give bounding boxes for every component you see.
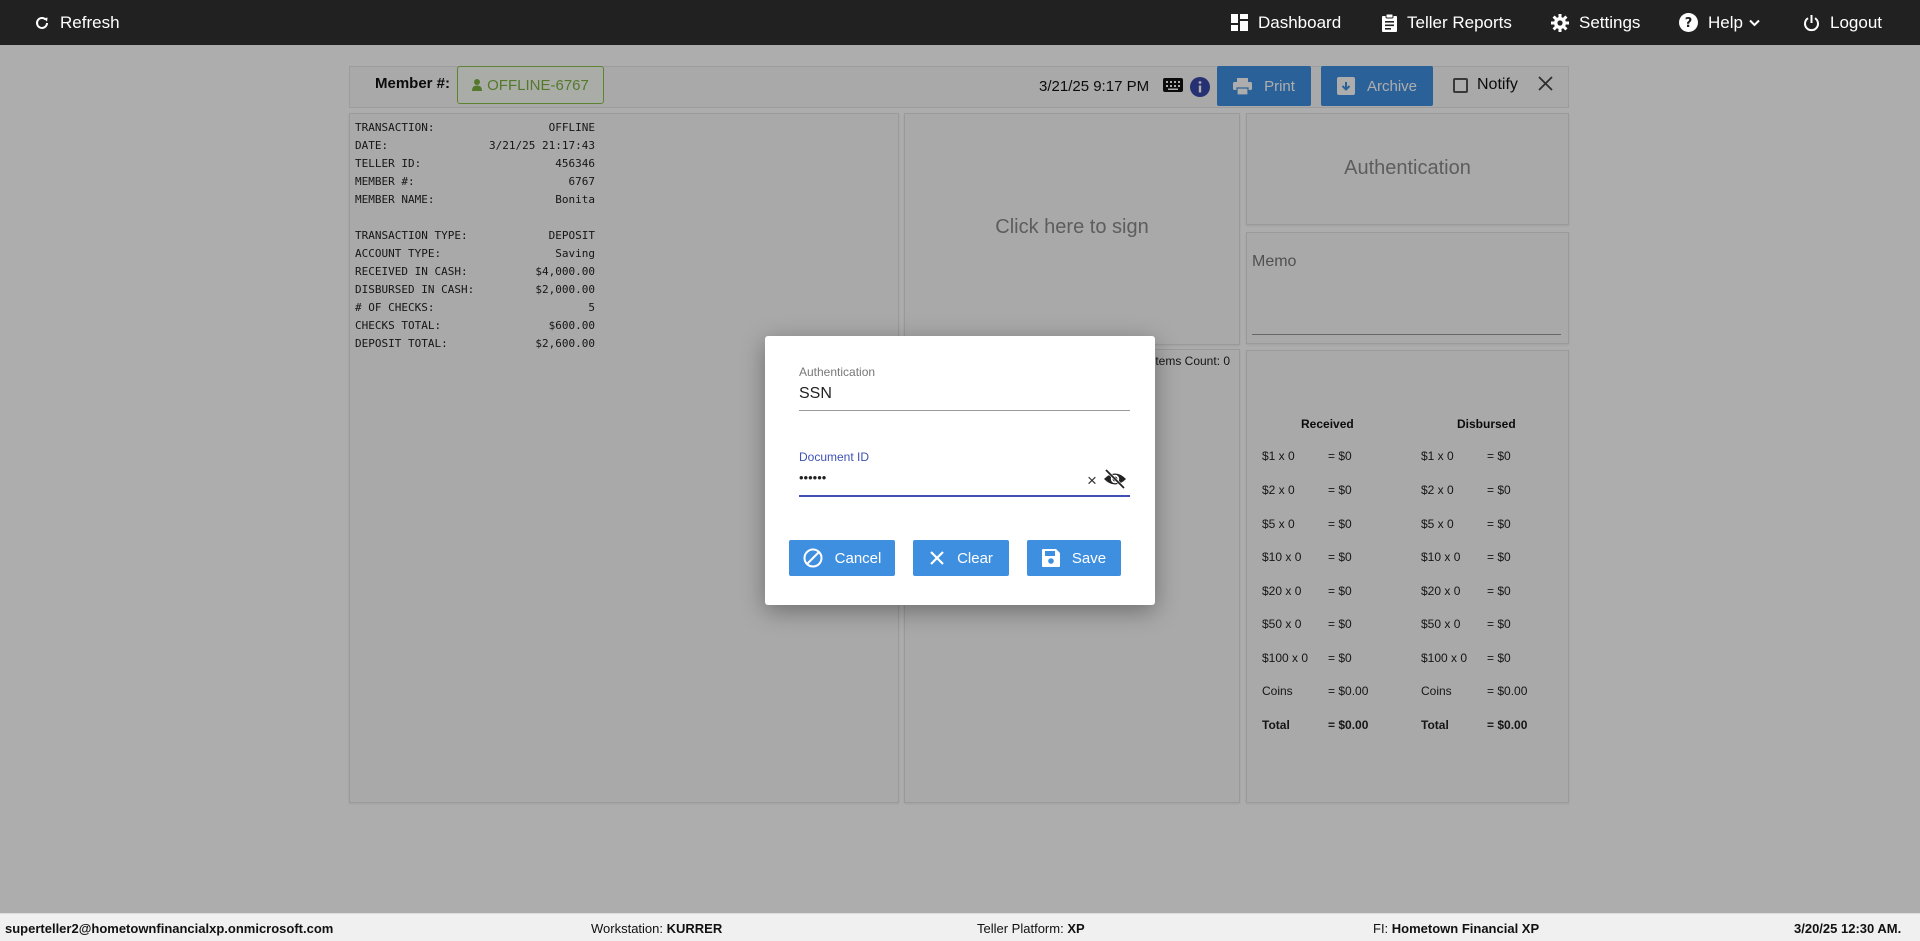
cancel-icon [803, 548, 823, 568]
auth-field-value[interactable]: SSN [799, 385, 832, 403]
document-id-input[interactable]: •••••• [799, 470, 826, 485]
document-id-underline [799, 495, 1130, 497]
help-label: Help [1708, 12, 1743, 32]
logout-button[interactable]: Logout [1803, 0, 1882, 45]
clear-label: Clear [957, 549, 993, 567]
settings-label: Settings [1579, 12, 1641, 32]
authentication-dialog: Authentication SSN Document ID •••••• × … [765, 336, 1155, 605]
dashboard-link[interactable]: Dashboard [1231, 0, 1341, 45]
help-menu[interactable]: ? Help [1679, 0, 1760, 45]
footer-user: superteller2@hometownfinancialxp.onmicro… [5, 921, 334, 936]
help-icon: ? [1679, 13, 1698, 32]
eye-off-icon[interactable] [1103, 468, 1127, 494]
floppy-disk-icon [1041, 549, 1060, 567]
save-button[interactable]: Save [1027, 540, 1121, 576]
document-id-label: Document ID [799, 450, 870, 464]
dashboard-label: Dashboard [1258, 12, 1342, 32]
cancel-button[interactable]: Cancel [789, 540, 895, 576]
refresh-label: Refresh [60, 12, 120, 32]
refresh-icon [36, 16, 48, 29]
footer-fi: FI: Hometown Financial XP [1373, 921, 1539, 936]
svg-text:?: ? [1685, 16, 1693, 31]
refresh-button[interactable]: Refresh [34, 0, 120, 45]
footer-platform: Teller Platform: XP [977, 921, 1085, 936]
settings-link[interactable]: Settings [1551, 0, 1640, 45]
auth-field-underline [799, 410, 1130, 411]
logout-label: Logout [1830, 12, 1882, 32]
fi-value: Hometown Financial XP [1391, 921, 1540, 936]
power-icon [1804, 14, 1819, 31]
platform-value: XP [1067, 921, 1085, 936]
save-label: Save [1071, 549, 1107, 567]
workstation-value: KURRER [666, 921, 723, 936]
footer-workstation: Workstation: KURRER [591, 921, 722, 936]
status-footer: superteller2@hometownfinancialxp.onmicro… [0, 913, 1920, 941]
fi-label: FI: [1373, 921, 1392, 936]
platform-label: Teller Platform: [977, 921, 1068, 936]
dashboard-icon [1231, 14, 1248, 31]
teller-reports-link[interactable]: Teller Reports [1382, 0, 1512, 45]
close-icon [930, 551, 944, 565]
chevron-down-icon [1749, 19, 1760, 26]
clipboard-icon [1382, 13, 1397, 32]
workstation-label: Workstation: [591, 921, 667, 936]
cancel-label: Cancel [834, 549, 882, 567]
teller-reports-label: Teller Reports [1407, 12, 1512, 32]
top-nav-bar: Refresh Dashboard Teller Reports Setting… [0, 0, 1920, 45]
gear-icon [1551, 13, 1569, 32]
auth-field-label: Authentication [799, 365, 876, 379]
clear-button[interactable]: Clear [913, 540, 1009, 576]
footer-datetime: 3/20/25 12:30 AM. [1794, 921, 1902, 936]
clear-field-icon[interactable]: × [1087, 471, 1097, 491]
